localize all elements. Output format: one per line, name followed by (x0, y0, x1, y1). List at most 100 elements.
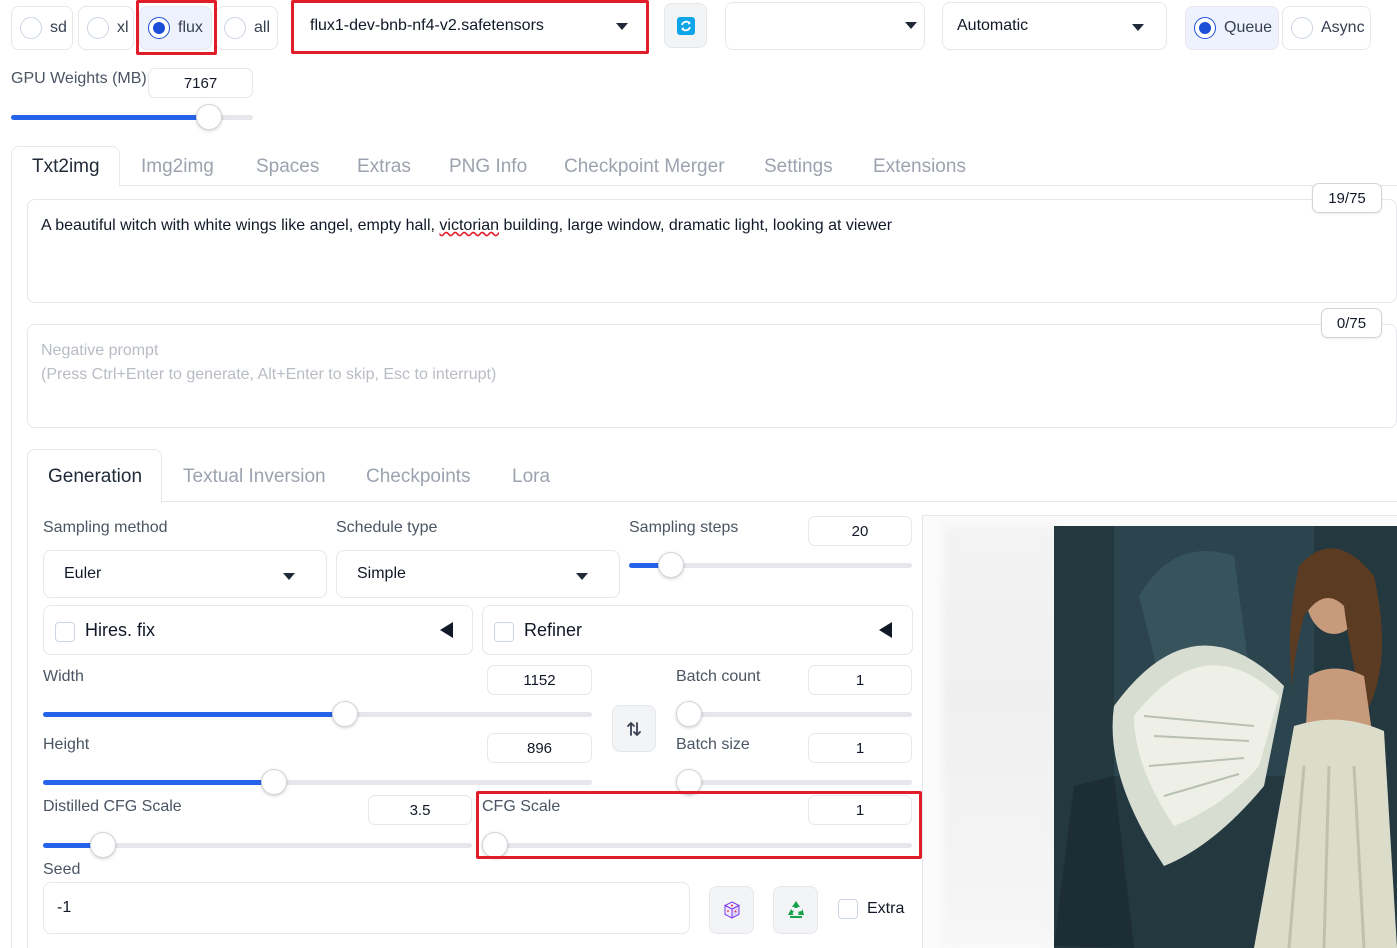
prompt-text: A beautiful witch with white wings like … (41, 217, 892, 235)
preset-flux[interactable]: flux (139, 6, 212, 50)
mode-async-radio[interactable] (1291, 17, 1313, 39)
extra-seed-label: Extra (867, 900, 905, 917)
mode-queue-radio[interactable] (1194, 17, 1216, 39)
preset-xl[interactable]: xl (78, 6, 134, 50)
sampling-method-label: Sampling method (43, 519, 168, 536)
refiner-checkbox[interactable] (494, 622, 514, 642)
prompt-text-part2: building, large window, dramatic light, … (499, 217, 893, 234)
distilled-cfg-label: Distilled CFG Scale (43, 798, 182, 815)
batch-count-slider[interactable] (676, 701, 912, 727)
mode-async-label: Async (1321, 19, 1365, 36)
height-input[interactable]: 896 (487, 733, 592, 763)
height-slider-fill (43, 780, 274, 785)
sampling-steps-input[interactable]: 20 (808, 516, 912, 546)
diffusion-precision-dropdown[interactable]: Automatic (942, 2, 1167, 50)
reuse-seed-button[interactable] (773, 886, 818, 934)
vae-dropdown[interactable] (725, 2, 925, 50)
preset-all-radio[interactable] (224, 17, 246, 39)
preset-flux-radio[interactable] (148, 17, 170, 39)
sampling-steps-slider-thumb[interactable] (658, 552, 684, 578)
chevron-down-icon (1132, 24, 1144, 31)
random-seed-button[interactable] (709, 886, 754, 934)
tab-textual-inversion[interactable]: Textual Inversion (183, 466, 326, 488)
checkpoint-dropdown[interactable]: flux1-dev-bnb-nf4-v2.safetensors (294, 2, 645, 50)
collapse-arrow-icon[interactable] (879, 622, 892, 638)
seed-input[interactable]: -1 (43, 882, 690, 934)
preset-sd[interactable]: sd (11, 6, 73, 50)
batch-size-slider[interactable] (676, 769, 912, 795)
tab-extensions[interactable]: Extensions (873, 156, 966, 178)
swap-dimensions-button[interactable] (612, 705, 656, 752)
swap-arrows-icon (627, 721, 641, 736)
prompt-text-misspelled: victorian (439, 217, 499, 234)
seed-value: -1 (57, 899, 72, 916)
width-input[interactable]: 1152 (487, 665, 592, 695)
gpu-weights-slider-thumb[interactable] (196, 104, 222, 130)
gpu-weights-input[interactable]: 7167 (148, 68, 253, 98)
height-slider-thumb[interactable] (261, 769, 287, 795)
sampling-steps-slider[interactable] (629, 552, 912, 578)
batch-count-slider-thumb[interactable] (676, 701, 702, 727)
dice-icon (723, 901, 740, 919)
hires-fix-accordion[interactable]: Hires. fix (43, 605, 473, 655)
width-slider-thumb[interactable] (332, 701, 358, 727)
preset-xl-label: xl (117, 19, 129, 36)
extra-seed-checkbox[interactable] (838, 899, 858, 919)
sampling-method-dropdown[interactable]: Euler (43, 550, 327, 598)
batch-size-input[interactable]: 1 (808, 733, 912, 763)
chevron-down-icon (616, 23, 628, 30)
gpu-weights-slider[interactable] (11, 104, 253, 130)
generation-panel (27, 502, 28, 948)
tab-png-info[interactable]: PNG Info (449, 156, 527, 178)
preset-all[interactable]: all (215, 6, 278, 50)
negative-prompt-placeholder-2: (Press Ctrl+Enter to generate, Alt+Enter… (41, 366, 497, 383)
tab-checkpoints[interactable]: Checkpoints (366, 466, 471, 488)
angel-illustration-image (1054, 526, 1397, 948)
prompt-text-part1: A beautiful witch with white wings like … (41, 217, 440, 234)
hires-fix-label: Hires. fix (85, 620, 156, 640)
distilled-cfg-slider-thumb[interactable] (90, 832, 116, 858)
hires-fix-checkbox[interactable] (55, 622, 75, 642)
generated-image[interactable] (1054, 526, 1397, 948)
tab-lora[interactable]: Lora (512, 466, 550, 488)
batch-size-slider-thumb[interactable] (676, 769, 702, 795)
mode-async[interactable]: Async (1282, 6, 1371, 50)
preset-flux-label: flux (178, 19, 203, 36)
mode-queue[interactable]: Queue (1185, 6, 1279, 50)
preset-sd-radio[interactable] (20, 17, 42, 39)
preset-all-label: all (254, 19, 271, 36)
refiner-label: Refiner (524, 620, 583, 640)
tab-txt2img-label[interactable]: Txt2img (32, 156, 100, 178)
recycle-icon (787, 901, 804, 918)
distilled-cfg-input[interactable]: 3.5 (368, 795, 472, 825)
tab-checkpoint-merger[interactable]: Checkpoint Merger (564, 156, 725, 178)
cfg-scale-slider[interactable] (482, 832, 912, 858)
chevron-down-icon (576, 573, 588, 580)
tab-spaces[interactable]: Spaces (256, 156, 319, 178)
cfg-scale-slider-thumb[interactable] (482, 832, 508, 858)
schedule-type-dropdown[interactable]: Simple (336, 550, 620, 598)
tab-settings[interactable]: Settings (764, 156, 833, 178)
sampling-method-value: Euler (64, 565, 102, 582)
refresh-icon (676, 16, 695, 35)
output-placeholder-blur (943, 526, 1055, 946)
height-slider[interactable] (43, 769, 592, 795)
prompt-textarea[interactable]: A beautiful witch with white wings like … (27, 199, 1397, 303)
distilled-cfg-slider[interactable] (43, 832, 472, 858)
width-slider[interactable] (43, 701, 592, 727)
cfg-scale-input[interactable]: 1 (808, 795, 912, 825)
tab-img2img[interactable]: Img2img (141, 156, 214, 178)
tab-extras[interactable]: Extras (357, 156, 411, 178)
chevron-down-icon (283, 573, 295, 580)
gpu-weights-label: GPU Weights (MB) (11, 70, 147, 87)
schedule-type-value: Simple (357, 565, 406, 582)
batch-count-input[interactable]: 1 (808, 665, 912, 695)
preset-xl-radio[interactable] (87, 17, 109, 39)
refiner-accordion[interactable]: Refiner (482, 605, 913, 655)
preset-sd-label: sd (50, 19, 67, 36)
negative-prompt-textarea[interactable]: Negative prompt (Press Ctrl+Enter to gen… (27, 324, 1397, 428)
negative-prompt-placeholder-1: Negative prompt (41, 342, 159, 359)
tab-generation-label[interactable]: Generation (48, 466, 142, 488)
collapse-arrow-icon[interactable] (440, 622, 453, 638)
refresh-checkpoint-button[interactable] (664, 3, 707, 48)
